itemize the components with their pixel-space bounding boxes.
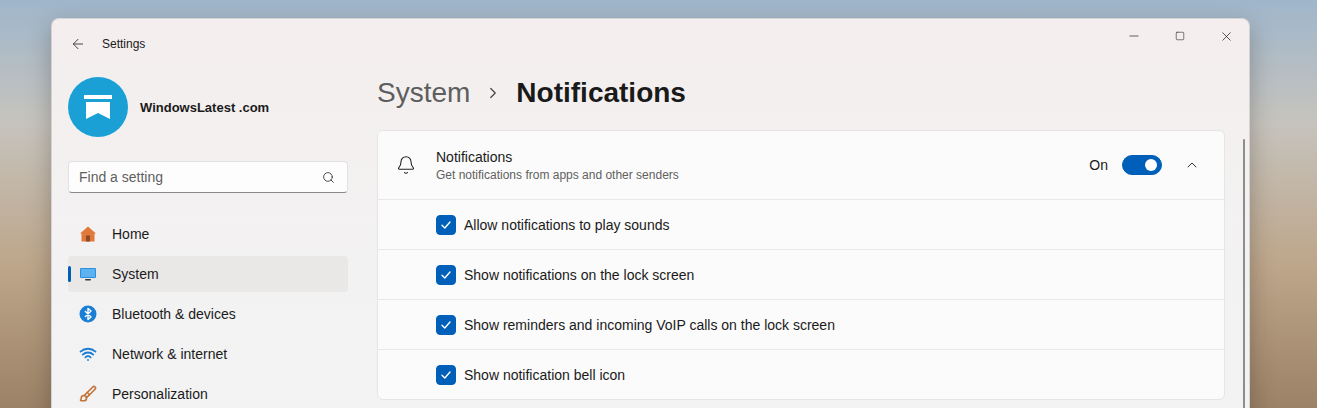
option-row[interactable]: Show reminders and incoming VoIP calls o… [378, 299, 1224, 349]
option-label: Show notifications on the lock screen [464, 267, 694, 283]
account-profile[interactable]: WindowsLatest .com [68, 77, 348, 137]
setting-description: Get notifications from apps and other se… [436, 168, 1069, 182]
option-row[interactable]: Show notification bell icon [378, 349, 1224, 399]
sidebar-item[interactable]: Bluetooth & devices [68, 296, 348, 332]
maximize-button[interactable] [1157, 19, 1203, 53]
breadcrumb-current: Notifications [516, 77, 686, 109]
search-field[interactable]: Find a setting [68, 161, 348, 193]
brush-icon [79, 385, 97, 403]
maximize-icon [1175, 31, 1185, 41]
header-texts: Notifications Get notifications from apps… [436, 149, 1069, 182]
close-icon [1219, 29, 1234, 44]
checkmark-icon [440, 369, 452, 381]
content: System Notifications Notifications Get noti… [348, 69, 1249, 408]
option-label: Allow notifications to play sounds [464, 217, 669, 233]
checkbox[interactable] [436, 265, 456, 285]
back-button[interactable] [64, 30, 92, 58]
sidebar-item[interactable]: Personalization [68, 376, 348, 408]
option-label: Show notification bell icon [464, 367, 625, 383]
desktop: Settings WindowsLatest .com Find a setting… [0, 0, 1317, 408]
toggle-state-label: On [1089, 157, 1108, 173]
close-button[interactable] [1203, 19, 1249, 53]
sidebar-item-label: Network & internet [112, 346, 227, 362]
breadcrumb-parent[interactable]: System [377, 77, 470, 109]
sidebar-item[interactable]: Home [68, 216, 348, 252]
nav-icon-box [79, 265, 97, 283]
nav-list: Home System Bluetooth & devices Network & i… [68, 216, 348, 408]
option-row[interactable]: Show notifications on the lock screen [378, 249, 1224, 299]
selection-indicator [68, 266, 71, 282]
window-body: WindowsLatest .com Find a setting Home Syst… [52, 69, 1249, 408]
minimize-icon [1127, 29, 1141, 43]
wifi-icon [79, 345, 97, 363]
checkbox[interactable] [436, 315, 456, 335]
back-arrow-icon [70, 36, 86, 52]
notifications-toggle[interactable] [1122, 155, 1162, 175]
notifications-header[interactable]: Notifications Get notifications from apps… [378, 131, 1224, 199]
window-controls [1111, 19, 1249, 53]
option-row[interactable]: Allow notifications to play sounds [378, 199, 1224, 249]
nav-icon-box [79, 225, 97, 243]
title-group: Settings [52, 19, 145, 69]
sidebar-item-label: Bluetooth & devices [112, 306, 236, 322]
account-name: WindowsLatest .com [140, 100, 269, 115]
home-icon [79, 225, 97, 243]
bluetooth-icon [79, 305, 97, 323]
checkbox[interactable] [436, 215, 456, 235]
bell-icon [396, 155, 416, 175]
scrollbar[interactable] [1243, 139, 1245, 408]
minimize-button[interactable] [1111, 19, 1157, 53]
sidebar-item-label: Personalization [112, 386, 208, 402]
nav-icon-box [79, 385, 97, 403]
sidebar-item[interactable]: System [68, 256, 348, 292]
checkmark-icon [440, 269, 452, 281]
sidebar: WindowsLatest .com Find a setting Home Syst… [52, 69, 348, 408]
sidebar-item[interactable]: Network & internet [68, 336, 348, 372]
logo-icon [68, 77, 128, 137]
title-bar: Settings [52, 19, 1249, 69]
monitor-icon [79, 265, 97, 283]
expand-button[interactable] [1176, 149, 1208, 181]
checkbox[interactable] [436, 365, 456, 385]
toggle-knob [1145, 159, 1157, 171]
checkmark-icon [440, 319, 452, 331]
search-icon [322, 171, 335, 184]
window-title: Settings [102, 37, 145, 51]
sidebar-item-label: System [112, 266, 159, 282]
nav-icon-box [79, 305, 97, 323]
nav-icon-box [79, 345, 97, 363]
settings-window: Settings WindowsLatest .com Find a setting… [51, 18, 1250, 408]
notifications-card: Notifications Get notifications from apps… [377, 130, 1225, 400]
breadcrumb: System Notifications [377, 73, 1225, 113]
search-placeholder: Find a setting [79, 169, 163, 185]
sidebar-item-label: Home [112, 226, 149, 242]
chevron-up-icon [1184, 157, 1200, 173]
option-label: Show reminders and incoming VoIP calls o… [464, 317, 835, 333]
setting-title: Notifications [436, 149, 1069, 165]
chevron-right-icon [484, 84, 502, 102]
checkmark-icon [440, 219, 452, 231]
header-controls: On [1089, 149, 1208, 181]
